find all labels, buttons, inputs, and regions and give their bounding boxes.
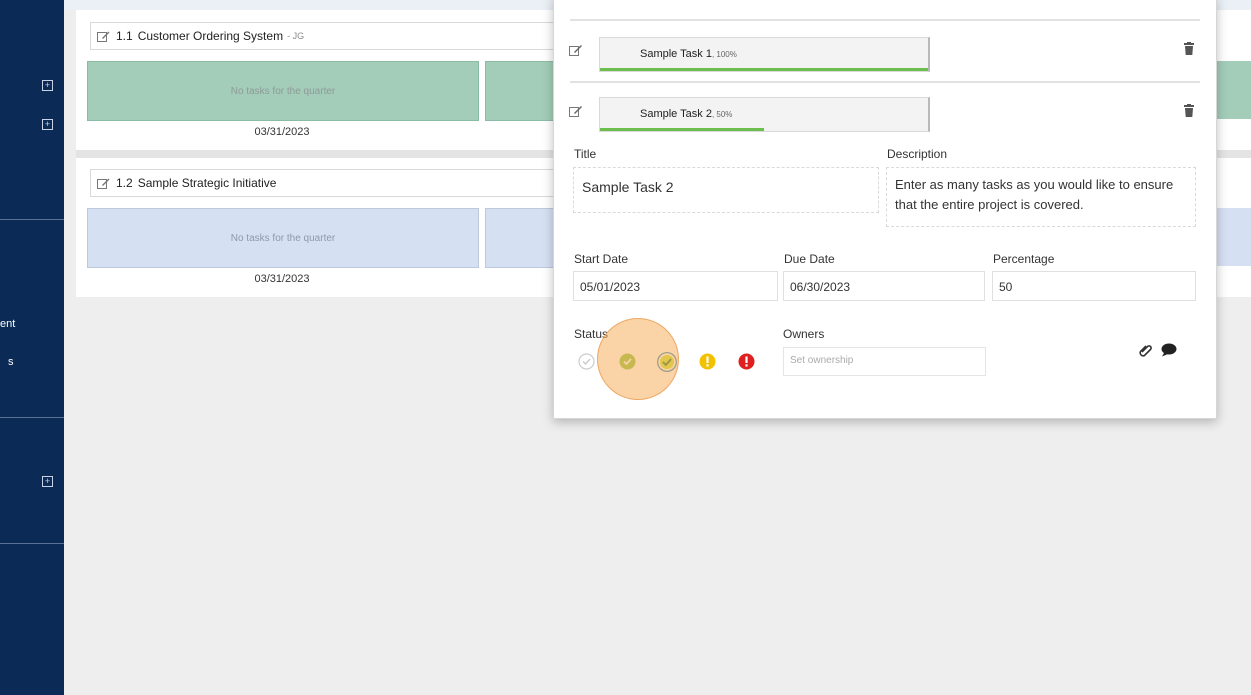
expand-icon[interactable]: + <box>42 476 53 487</box>
initiative-header[interactable]: 1.1 Customer Ordering System - JG <box>90 22 572 50</box>
due-date-input[interactable]: 06/30/2023 <box>783 271 985 301</box>
task-name-text: Sample Task 2 <box>640 108 712 120</box>
description-label: Description <box>887 147 948 161</box>
quarter-cell-edge[interactable] <box>1215 61 1251 119</box>
description-field[interactable]: Enter as many tasks as you would like to… <box>886 167 1196 227</box>
divider <box>570 81 1200 83</box>
empty-quarter-text: No tasks for the quarter <box>230 232 336 244</box>
quarter-cell[interactable]: No tasks for the quarter <box>87 61 479 121</box>
sidebar-divider <box>0 219 64 220</box>
edit-icon[interactable] <box>97 30 110 42</box>
title-field[interactable]: Sample Task 2 <box>573 167 879 213</box>
edit-icon[interactable] <box>97 177 110 189</box>
title-value: Sample Task 2 <box>582 179 674 195</box>
task-progress-bar <box>600 128 764 131</box>
initiative-number: 1.2 <box>116 176 133 190</box>
sidebar-divider <box>0 417 64 418</box>
title-label: Title <box>574 147 597 161</box>
initiative-header[interactable]: 1.2 Sample Strategic Initiative <box>90 169 572 197</box>
sidebar-item-label[interactable]: ent <box>0 318 15 330</box>
percentage-label: Percentage <box>993 252 1055 266</box>
percentage-input[interactable]: 50 <box>992 271 1196 301</box>
status-at-risk-icon[interactable] <box>699 353 716 370</box>
task-percent: , 50% <box>711 110 733 119</box>
task-item[interactable]: Sample Task 2, 50% <box>599 97 930 132</box>
start-date-label: Start Date <box>574 252 629 266</box>
status-not-started-icon[interactable] <box>578 353 595 370</box>
initiative-title: Customer Ordering System <box>137 29 284 43</box>
comment-icon[interactable] <box>1161 343 1177 357</box>
quarter-date: 03/31/2023 <box>254 273 310 285</box>
quarter-cell[interactable] <box>485 61 555 121</box>
edit-icon[interactable] <box>569 104 583 117</box>
trash-icon[interactable] <box>1184 104 1194 117</box>
status-off-track-icon[interactable] <box>738 353 755 370</box>
empty-quarter-text: No tasks for the quarter <box>230 85 336 97</box>
sidebar-divider <box>0 543 64 544</box>
start-date-input[interactable]: 05/01/2023 <box>573 271 778 301</box>
owners-input[interactable]: Set ownership <box>783 347 986 376</box>
task-percent: , 100% <box>711 50 737 59</box>
quarter-cell[interactable]: No tasks for the quarter <box>87 208 479 268</box>
task-progress-bar <box>600 68 928 71</box>
expand-icon[interactable]: + <box>42 80 53 91</box>
initiative-title: Sample Strategic Initiative <box>137 176 277 190</box>
owners-label: Owners <box>783 327 825 341</box>
click-highlight <box>597 318 679 400</box>
initiative-number: 1.1 <box>116 29 133 43</box>
sidebar-item-label[interactable]: s <box>8 356 14 368</box>
initiative-owner: - JG <box>287 31 305 41</box>
paperclip-icon[interactable] <box>1139 343 1153 357</box>
task-name: Sample Task 2, 50% <box>640 108 732 120</box>
task-name-text: Sample Task 1 <box>640 48 712 60</box>
task-item[interactable]: Sample Task 1, 100% <box>599 37 930 72</box>
quarter-date: 03/31/2023 <box>254 126 310 138</box>
quarter-cell-edge[interactable] <box>1215 208 1251 266</box>
sidebar: + + ent s + <box>0 0 64 695</box>
quarter-cell[interactable] <box>485 208 555 268</box>
task-name: Sample Task 1, 100% <box>640 48 737 60</box>
expand-icon[interactable]: + <box>42 119 53 130</box>
trash-icon[interactable] <box>1184 42 1194 55</box>
divider <box>570 19 1200 21</box>
edit-icon[interactable] <box>569 43 583 56</box>
due-date-label: Due Date <box>784 252 835 266</box>
description-value: Enter as many tasks as you would like to… <box>895 177 1174 212</box>
